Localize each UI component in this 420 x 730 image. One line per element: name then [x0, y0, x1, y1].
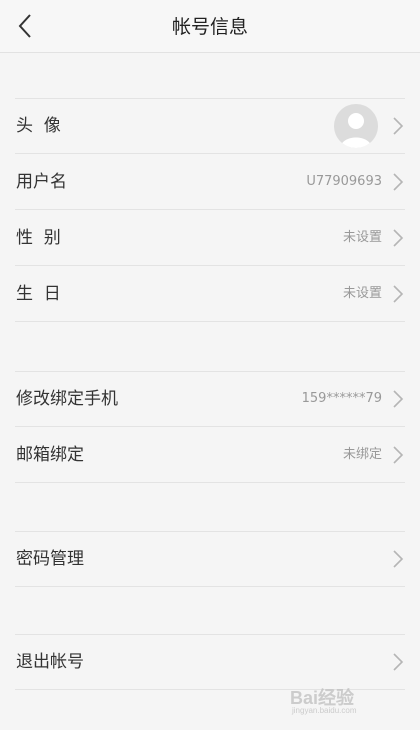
email-value: 未绑定 [342, 447, 382, 462]
chevron-right-icon [393, 285, 404, 303]
binding-section: 修改绑定手机 159******79 邮箱绑定 未绑定 [0, 371, 420, 483]
page-title: 帐号信息 [171, 16, 248, 38]
chevron-right-icon [393, 173, 404, 191]
row-label: 用户名 [16, 172, 67, 192]
row-label: 性 别 [16, 228, 61, 248]
chevron-right-icon [393, 390, 404, 408]
password-section: 密码管理 [0, 531, 420, 587]
profile-section: 头 像 用户名 U77909693 性 别 未设置 生 日 未设置 [0, 98, 420, 322]
top-bar: 帐号信息 [0, 0, 420, 53]
row-label: 邮箱绑定 [16, 445, 84, 465]
default-avatar-icon [334, 104, 378, 148]
row-label: 退出帐号 [16, 652, 84, 672]
row-gender[interactable]: 性 别 未设置 [0, 210, 420, 266]
row-label: 修改绑定手机 [16, 389, 118, 409]
row-label: 生 日 [16, 284, 61, 304]
chevron-right-icon [393, 550, 404, 568]
row-username[interactable]: 用户名 U77909693 [0, 154, 420, 210]
row-birthday[interactable]: 生 日 未设置 [0, 266, 420, 322]
birthday-value: 未设置 [342, 286, 382, 301]
chevron-right-icon [393, 446, 404, 464]
watermark-subtext: jingyan.baidu.com [292, 706, 357, 715]
chevron-right-icon [393, 117, 404, 135]
watermark: Bai经验 jingyan.baidu.com [290, 682, 390, 718]
phone-value: 159******79 [301, 391, 382, 406]
row-password[interactable]: 密码管理 [0, 531, 420, 587]
chevron-right-icon [393, 229, 404, 247]
row-label: 头 像 [16, 116, 61, 136]
gender-value: 未设置 [342, 230, 382, 245]
username-value: U77909693 [306, 174, 382, 189]
row-email[interactable]: 邮箱绑定 未绑定 [0, 427, 420, 483]
row-avatar[interactable]: 头 像 [0, 98, 420, 154]
row-label: 密码管理 [16, 549, 84, 569]
row-phone[interactable]: 修改绑定手机 159******79 [0, 371, 420, 427]
chevron-right-icon [393, 653, 404, 671]
